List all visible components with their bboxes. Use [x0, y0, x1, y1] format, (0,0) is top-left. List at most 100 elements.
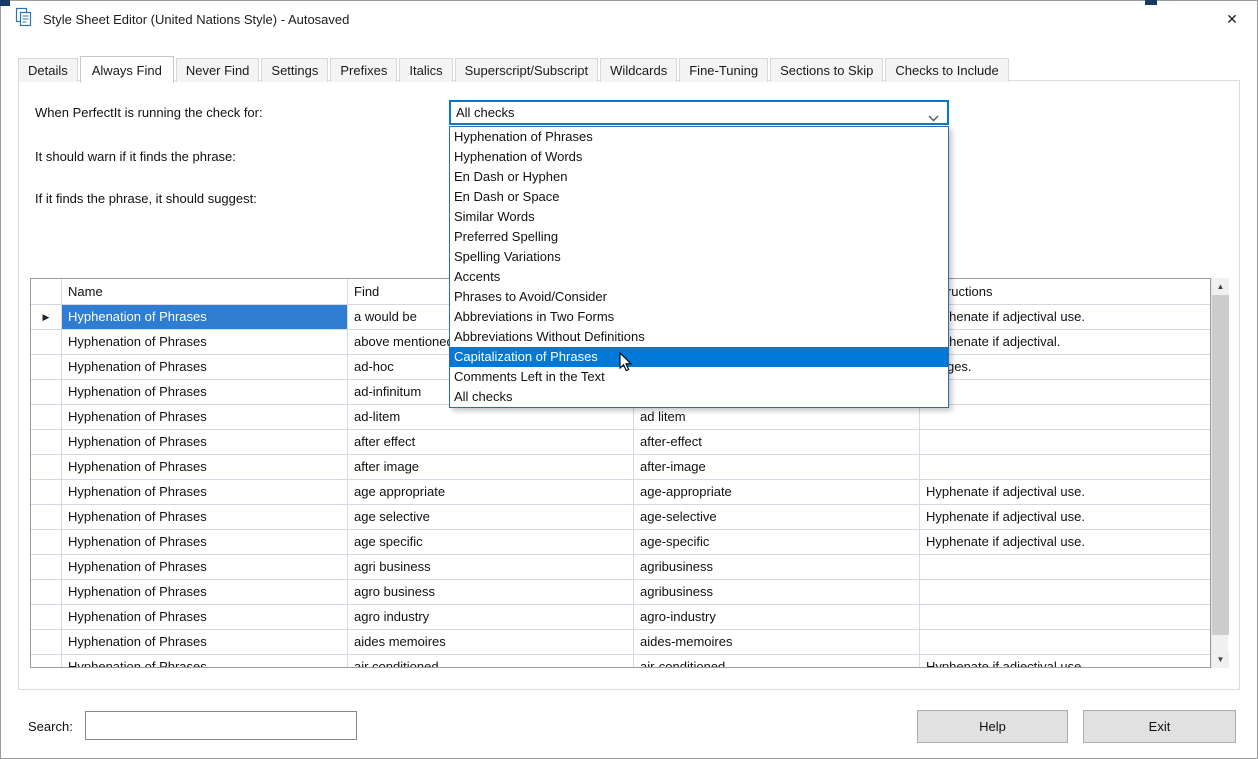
tab-prefixes[interactable]: Prefixes — [330, 58, 397, 82]
cell-replace[interactable]: after-image — [634, 455, 920, 479]
table-row[interactable]: Hyphenation of Phrasesad-litemad litem — [31, 405, 1210, 430]
dropdown-option[interactable]: Preferred Spelling — [450, 227, 948, 247]
table-row[interactable]: Hyphenation of Phrasesagro industryagro-… — [31, 605, 1210, 630]
chevron-down-icon[interactable] — [928, 110, 939, 125]
title-bar[interactable]: Style Sheet Editor (United Nations Style… — [1, 1, 1257, 37]
check-dropdown[interactable]: All checks — [449, 100, 949, 125]
dropdown-option[interactable]: Abbreviations in Two Forms — [450, 307, 948, 327]
cell-find[interactable]: aides memoires — [348, 630, 634, 654]
cell-replace[interactable]: air-conditioned — [634, 655, 920, 668]
cell-name[interactable]: Hyphenation of Phrases — [62, 330, 348, 354]
cell-replace[interactable]: agribusiness — [634, 580, 920, 604]
cell-replace[interactable]: age-selective — [634, 505, 920, 529]
cell-instructions[interactable] — [920, 630, 1210, 654]
cell-find[interactable]: air conditioned — [348, 655, 634, 668]
scroll-up-icon[interactable]: ▲ — [1212, 278, 1229, 295]
dropdown-option[interactable]: Hyphenation of Words — [450, 147, 948, 167]
cell-name[interactable]: Hyphenation of Phrases — [62, 605, 348, 629]
header-instructions[interactable]: Instructions — [920, 279, 1210, 304]
cell-name[interactable]: Hyphenation of Phrases — [62, 480, 348, 504]
table-row[interactable]: Hyphenation of Phrasesage selectiveage-s… — [31, 505, 1210, 530]
tab-always-find[interactable]: Always Find — [80, 56, 174, 83]
cell-instructions[interactable] — [920, 380, 1210, 404]
cell-replace[interactable]: age-specific — [634, 530, 920, 554]
cell-find[interactable]: after effect — [348, 430, 634, 454]
row-indicator[interactable] — [31, 405, 62, 429]
row-indicator[interactable] — [31, 455, 62, 479]
row-indicator[interactable]: ▶ — [31, 305, 62, 329]
cell-instructions[interactable]: Hyphenate if adjectival use. — [920, 530, 1210, 554]
cell-instructions[interactable]: Hyphenate if adjectival. — [920, 330, 1210, 354]
cell-name[interactable]: Hyphenation of Phrases — [62, 430, 348, 454]
cell-find[interactable]: age specific — [348, 530, 634, 554]
cell-find[interactable]: age appropriate — [348, 480, 634, 504]
tab-italics[interactable]: Italics — [399, 58, 452, 82]
cell-instructions[interactable] — [920, 430, 1210, 454]
cell-find[interactable]: agri business — [348, 555, 634, 579]
scrollbar-thumb[interactable] — [1212, 295, 1229, 635]
row-indicator[interactable] — [31, 380, 62, 404]
table-scrollbar[interactable]: ▲ ▼ — [1211, 278, 1228, 668]
header-name[interactable]: Name — [62, 279, 348, 304]
cell-instructions[interactable] — [920, 555, 1210, 579]
cell-find[interactable]: agro business — [348, 580, 634, 604]
help-button[interactable]: Help — [917, 710, 1068, 743]
cell-name[interactable]: Hyphenation of Phrases — [62, 455, 348, 479]
dropdown-option[interactable]: Hyphenation of Phrases — [450, 127, 948, 147]
dropdown-option[interactable]: En Dash or Hyphen — [450, 167, 948, 187]
tab-settings[interactable]: Settings — [261, 58, 328, 82]
table-row[interactable]: Hyphenation of Phrasesair conditionedair… — [31, 655, 1210, 668]
row-indicator[interactable] — [31, 480, 62, 504]
row-indicator[interactable] — [31, 605, 62, 629]
cell-instructions[interactable] — [920, 455, 1210, 479]
cell-name[interactable]: Hyphenation of Phrases — [62, 505, 348, 529]
row-indicator[interactable] — [31, 530, 62, 554]
cell-name[interactable]: Hyphenation of Phrases — [62, 555, 348, 579]
dropdown-option[interactable]: Similar Words — [450, 207, 948, 227]
dropdown-option[interactable]: Accents — [450, 267, 948, 287]
table-row[interactable]: Hyphenation of Phrasesagri businessagrib… — [31, 555, 1210, 580]
cell-replace[interactable]: after-effect — [634, 430, 920, 454]
cell-find[interactable]: age selective — [348, 505, 634, 529]
cell-replace[interactable]: aides-memoires — [634, 630, 920, 654]
dropdown-option[interactable]: Phrases to Avoid/Consider — [450, 287, 948, 307]
cell-instructions[interactable] — [920, 605, 1210, 629]
scroll-down-icon[interactable]: ▼ — [1212, 651, 1229, 668]
dropdown-option[interactable]: En Dash or Space — [450, 187, 948, 207]
table-row[interactable]: Hyphenation of Phrasesafter effectafter-… — [31, 430, 1210, 455]
cell-name[interactable]: Hyphenation of Phrases — [62, 655, 348, 668]
table-row[interactable]: Hyphenation of Phrasesage appropriateage… — [31, 480, 1210, 505]
cell-replace[interactable]: age-appropriate — [634, 480, 920, 504]
cell-instructions[interactable] — [920, 405, 1210, 429]
dropdown-option[interactable]: Comments Left in the Text — [450, 367, 948, 387]
cell-find[interactable]: agro industry — [348, 605, 634, 629]
dropdown-option[interactable]: Abbreviations Without Definitions — [450, 327, 948, 347]
cell-name[interactable]: Hyphenation of Phrases — [62, 355, 348, 379]
row-indicator[interactable] — [31, 555, 62, 579]
table-row[interactable]: Hyphenation of Phrasesaides memoiresaide… — [31, 630, 1210, 655]
cell-name[interactable]: Hyphenation of Phrases — [62, 380, 348, 404]
tab-wildcards[interactable]: Wildcards — [600, 58, 677, 82]
row-indicator[interactable] — [31, 430, 62, 454]
cell-instructions[interactable]: Hyphenate if adjectival use. — [920, 655, 1210, 668]
cell-name[interactable]: Hyphenation of Phrases — [62, 530, 348, 554]
cell-instructions[interactable]: Hyphenate if adjectival use. — [920, 505, 1210, 529]
cell-find[interactable]: ad-litem — [348, 405, 634, 429]
dropdown-option[interactable]: All checks — [450, 387, 948, 407]
cell-instructions[interactable]: usages. — [920, 355, 1210, 379]
cell-replace[interactable]: agribusiness — [634, 555, 920, 579]
table-row[interactable]: Hyphenation of Phrasesagro businessagrib… — [31, 580, 1210, 605]
row-indicator[interactable] — [31, 580, 62, 604]
table-row[interactable]: Hyphenation of Phrasesage specificage-sp… — [31, 530, 1210, 555]
row-indicator[interactable] — [31, 355, 62, 379]
close-icon[interactable]: ✕ — [1219, 8, 1245, 30]
cell-replace[interactable]: agro-industry — [634, 605, 920, 629]
cell-name[interactable]: Hyphenation of Phrases — [62, 305, 348, 329]
cell-instructions[interactable] — [920, 580, 1210, 604]
cell-name[interactable]: Hyphenation of Phrases — [62, 580, 348, 604]
tab-fine-tuning[interactable]: Fine-Tuning — [679, 58, 768, 82]
tab-sections-to-skip[interactable]: Sections to Skip — [770, 58, 883, 82]
row-indicator[interactable] — [31, 630, 62, 654]
exit-button[interactable]: Exit — [1083, 710, 1236, 743]
search-input[interactable] — [85, 711, 357, 740]
